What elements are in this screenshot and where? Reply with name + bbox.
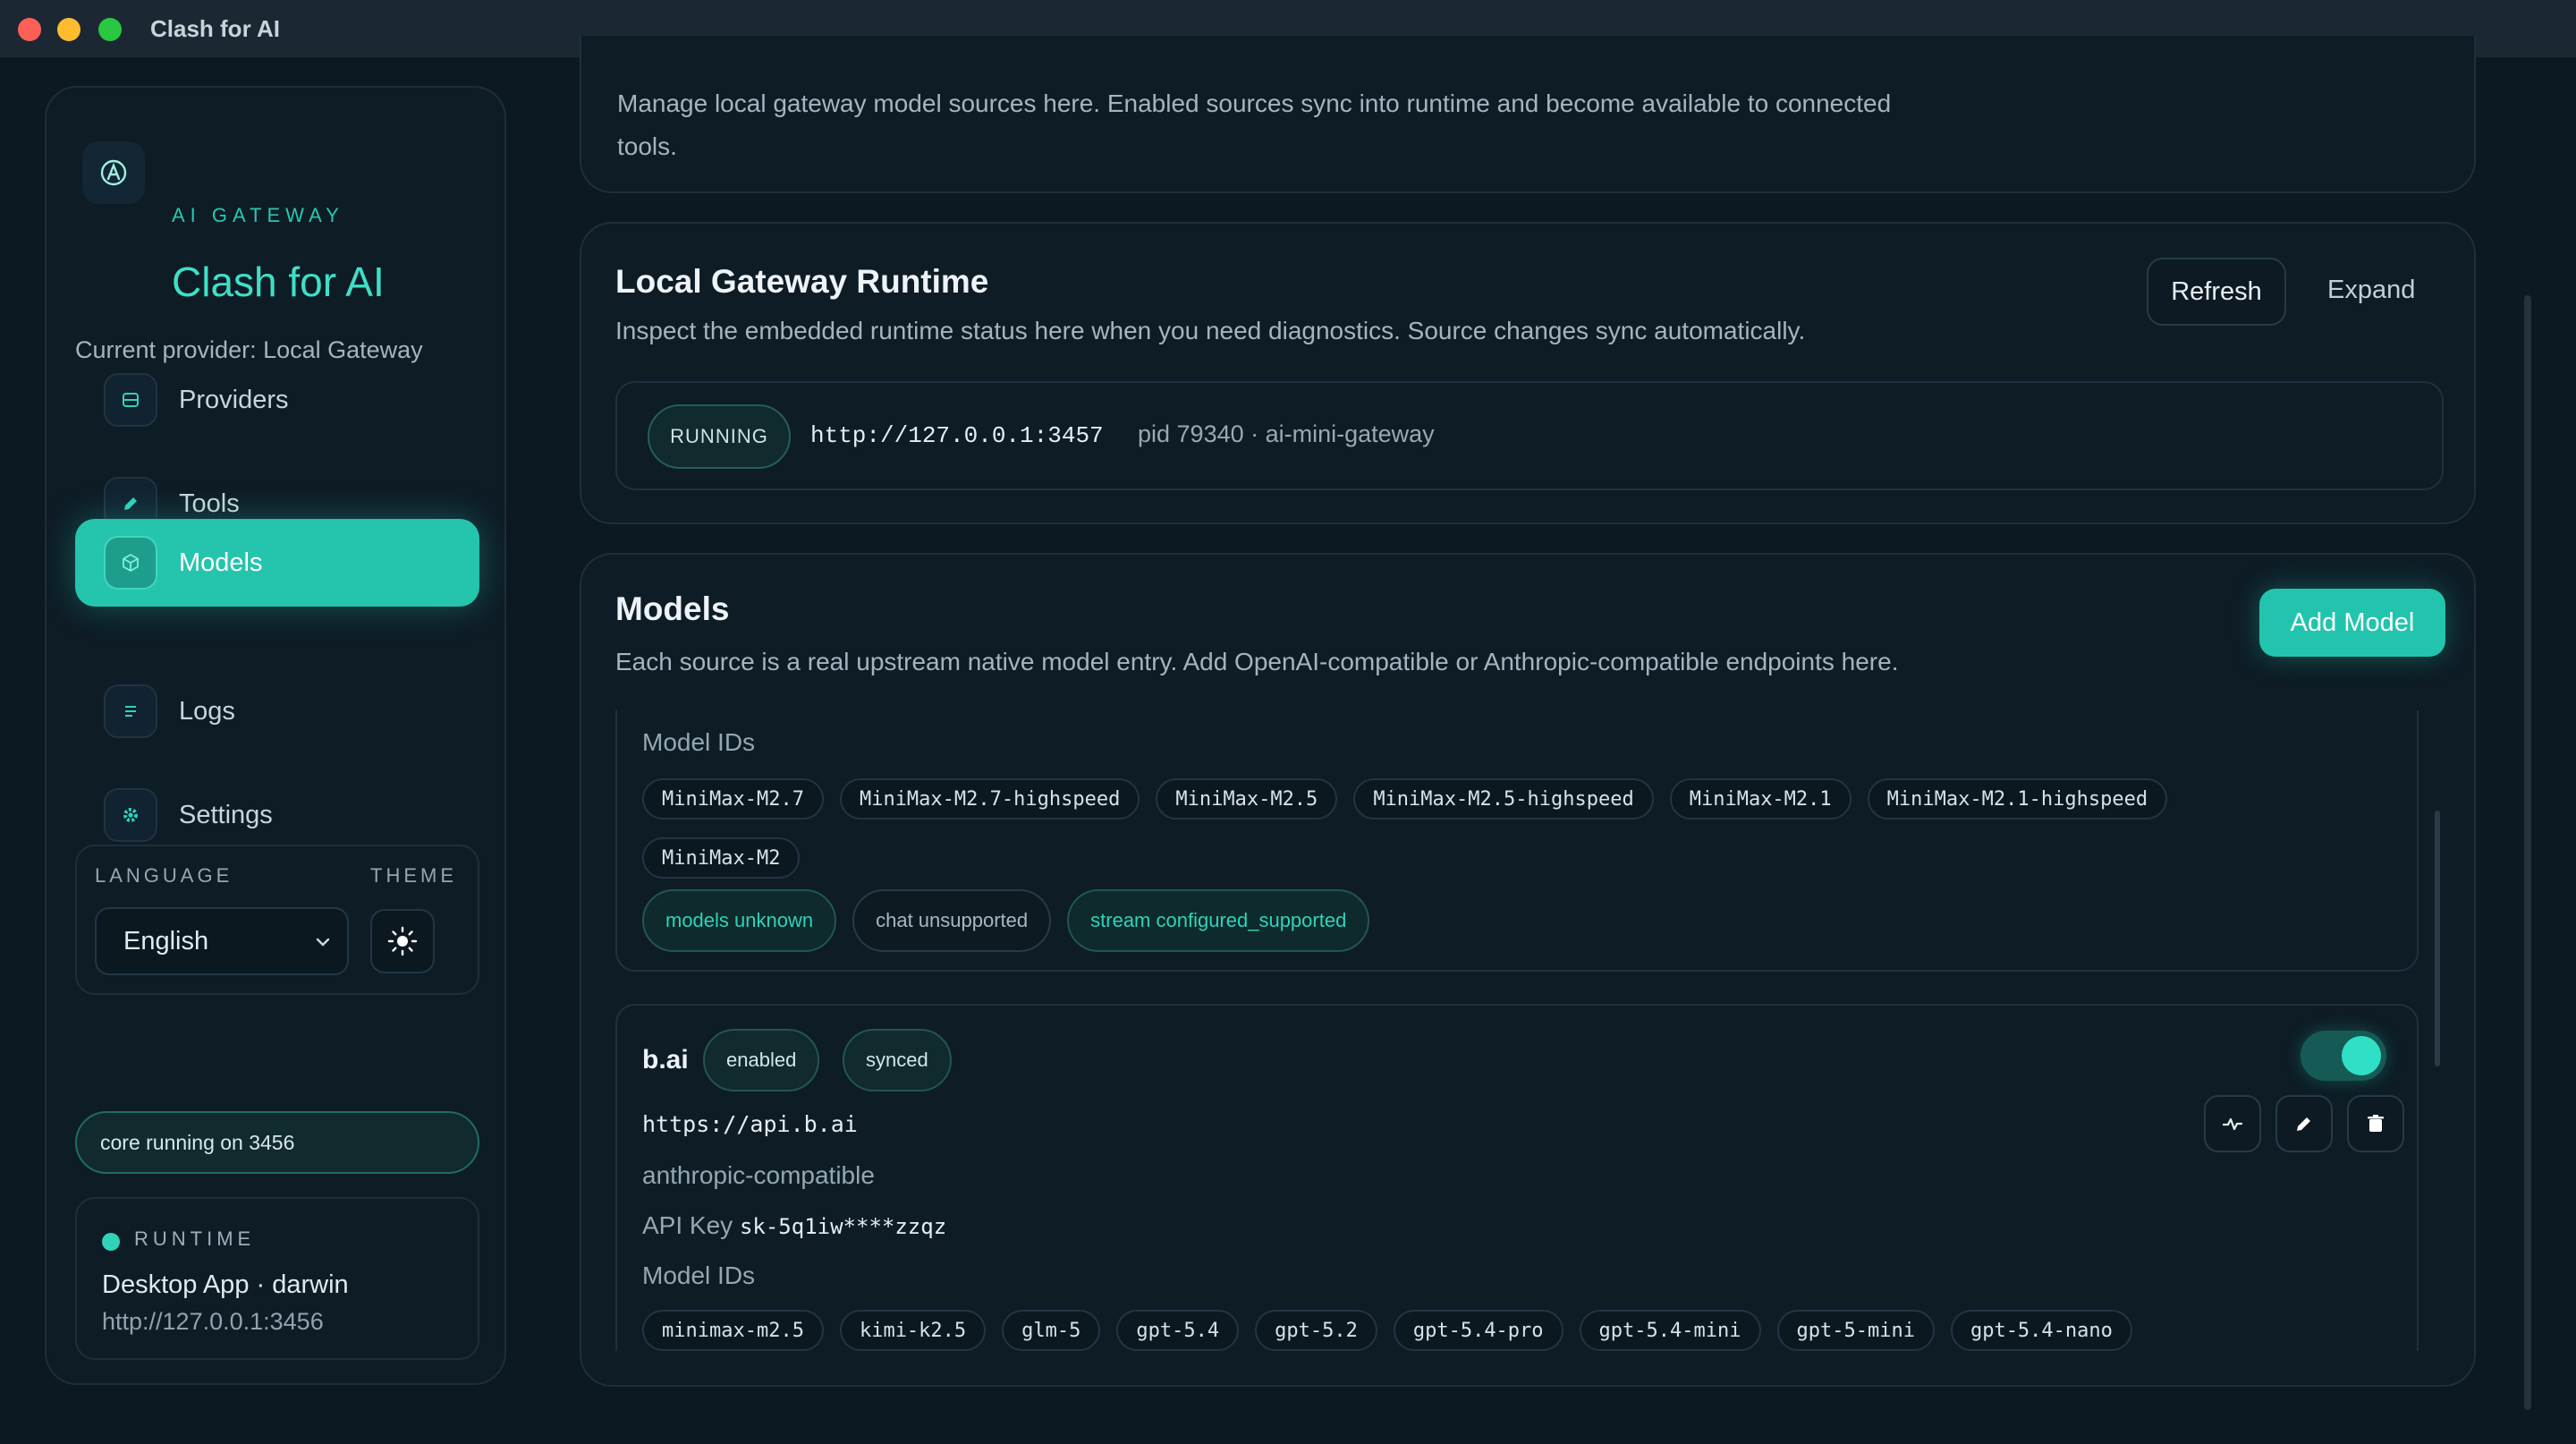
minimize-window-button[interactable] [57, 18, 80, 41]
core-status-pill: core running on 3456 [75, 1111, 479, 1174]
model-source-card-b-ai: b.ai enabled synced https://api.b.ai ant… [615, 1004, 2419, 1351]
main-scrollbar[interactable] [2524, 295, 2531, 1410]
nav-label-settings: Settings [179, 800, 273, 829]
runtime-card-title: Local Gateway Runtime [615, 263, 989, 300]
model-id-chip: MiniMax-M2.1-highspeed [1867, 778, 2168, 820]
activity-icon [2222, 1117, 2243, 1131]
runtime-url: http://127.0.0.1:3456 [102, 1308, 324, 1335]
runtime-endpoint: http://127.0.0.1:3457 [810, 422, 1104, 449]
source-url: https://api.b.ai [642, 1111, 858, 1137]
source-type: anthropic-compatible [642, 1161, 875, 1189]
language-label: LANGUAGE [95, 864, 233, 887]
runtime-card: Local Gateway Runtime Inspect the embedd… [580, 222, 2476, 524]
server-icon [104, 373, 157, 427]
trash-icon [2368, 1115, 2384, 1132]
ai-logo-icon [82, 141, 145, 204]
expand-button[interactable]: Expand [2327, 276, 2415, 305]
models-card: Models Each source is a real upstream na… [580, 553, 2476, 1387]
enabled-badge: enabled [703, 1029, 820, 1091]
source-name: b.ai [642, 1045, 689, 1075]
list-icon [104, 684, 157, 738]
model-list-scrollbar[interactable] [2435, 811, 2440, 1066]
models-card-description: Each source is a real upstream native mo… [615, 648, 1899, 675]
close-window-button[interactable] [18, 18, 41, 41]
model-ids-list: minimax-m2.5 kimi-k2.5 glm-5 gpt-5.4 gpt… [642, 1310, 2395, 1351]
capability-tag: stream configured_supported [1067, 889, 1370, 952]
nav-item-providers[interactable]: Providers [75, 356, 479, 444]
window-title: Clash for AI [150, 15, 280, 42]
model-id-chip: MiniMax-M2.1 [1669, 778, 1852, 820]
source-enabled-toggle[interactable] [2301, 1031, 2386, 1081]
add-model-button[interactable]: Add Model [2259, 589, 2445, 657]
nav-label-logs: Logs [179, 696, 235, 726]
model-id-chip: MiniMax-M2.5 [1156, 778, 1338, 820]
brand-eyebrow: AI GATEWAY [172, 204, 344, 226]
capability-tags: models unknown chat unsupported stream c… [642, 889, 2199, 952]
toggle-knob [2342, 1036, 2381, 1075]
intro-card: Manage local gateway model sources here.… [580, 36, 2476, 193]
intro-text: Manage local gateway model sources here.… [617, 89, 1892, 160]
source-api-key: API Key sk-5q1iw****zzqz [642, 1211, 946, 1240]
gear-icon [104, 788, 157, 842]
refresh-button[interactable]: Refresh [2147, 258, 2286, 326]
api-key-label: API Key [642, 1211, 733, 1239]
model-id-chip: MiniMax-M2.7 [642, 778, 824, 820]
capability-tag: chat unsupported [852, 889, 1052, 952]
preferences-panel: LANGUAGE THEME English [75, 845, 479, 995]
theme-label: THEME [370, 864, 457, 887]
sidebar: AI GATEWAY Clash for AI Current provider… [45, 86, 506, 1385]
runtime-status-box: RUNNING http://127.0.0.1:3457 pid 79340 … [615, 381, 2444, 490]
model-id-chip: glm-5 [1002, 1310, 1101, 1351]
model-id-chip: gpt-5.4-pro [1393, 1310, 1563, 1351]
model-ids-list: MiniMax-M2.7 MiniMax-M2.7-highspeed Mini… [642, 778, 2199, 879]
model-id-chip: gpt-5.4-nano [1950, 1310, 2132, 1351]
model-id-chip: MiniMax-M2.7-highspeed [839, 778, 1140, 820]
model-id-chip: gpt-5.2 [1255, 1310, 1377, 1351]
delete-source-button[interactable] [2347, 1095, 2404, 1152]
models-card-title: Models [615, 590, 730, 627]
theme-toggle-button[interactable] [370, 909, 435, 973]
nav-label-providers: Providers [179, 385, 289, 414]
brand-title: Clash for AI [172, 259, 385, 305]
synced-badge: synced [843, 1029, 952, 1091]
model-id-chip: gpt-5-mini [1776, 1310, 1935, 1351]
runtime-card-description: Inspect the embedded runtime status here… [615, 317, 1806, 344]
model-id-chip: gpt-5.4-mini [1579, 1310, 1761, 1351]
runtime-status-dot [102, 1233, 120, 1251]
sun-icon [387, 926, 418, 956]
model-id-chip: MiniMax-M2.5-highspeed [1353, 778, 1654, 820]
model-ids-label: Model IDs [642, 1261, 756, 1289]
capability-tag: models unknown [642, 889, 837, 952]
model-id-chip: MiniMax-M2 [642, 837, 801, 879]
model-id-chip: minimax-m2.5 [642, 1310, 824, 1351]
pencil-icon [2297, 1117, 2310, 1131]
runtime-app: Desktop App · darwin [102, 1270, 349, 1299]
nav-label-models: Models [179, 548, 263, 577]
nav-label-tools: Tools [179, 488, 240, 518]
model-id-chip: kimi-k2.5 [839, 1310, 987, 1351]
runtime-label: RUNTIME [134, 1227, 256, 1250]
model-id-chip: gpt-5.4 [1116, 1310, 1240, 1351]
zoom-window-button[interactable] [98, 18, 122, 41]
language-select[interactable]: English [95, 907, 349, 975]
edit-source-button[interactable] [2275, 1095, 2333, 1152]
cube-icon [104, 536, 157, 590]
core-status-text: core running on 3456 [100, 1130, 295, 1154]
test-connection-button[interactable] [2204, 1095, 2261, 1152]
language-value: English [123, 926, 209, 956]
running-status-badge: RUNNING [648, 404, 791, 469]
app-window: Clash for AI AI GATEWAY Clash for AI Cur… [0, 0, 2576, 1444]
model-sources-list[interactable]: Model IDs MiniMax-M2.7 MiniMax-M2.7-high… [615, 710, 2444, 1351]
model-ids-label: Model IDs [642, 728, 756, 756]
chevron-down-icon [316, 938, 330, 947]
nav-item-models[interactable]: Models [75, 519, 479, 607]
runtime-info-card: RUNTIME Desktop App · darwin http://127.… [75, 1197, 479, 1360]
api-key-value: sk-5q1iw****zzqz [739, 1214, 947, 1239]
nav-item-logs[interactable]: Logs [75, 667, 479, 755]
runtime-pid-info: pid 79340 · ai-mini-gateway [1138, 420, 1435, 447]
model-source-card: Model IDs MiniMax-M2.7 MiniMax-M2.7-high… [615, 710, 2419, 972]
